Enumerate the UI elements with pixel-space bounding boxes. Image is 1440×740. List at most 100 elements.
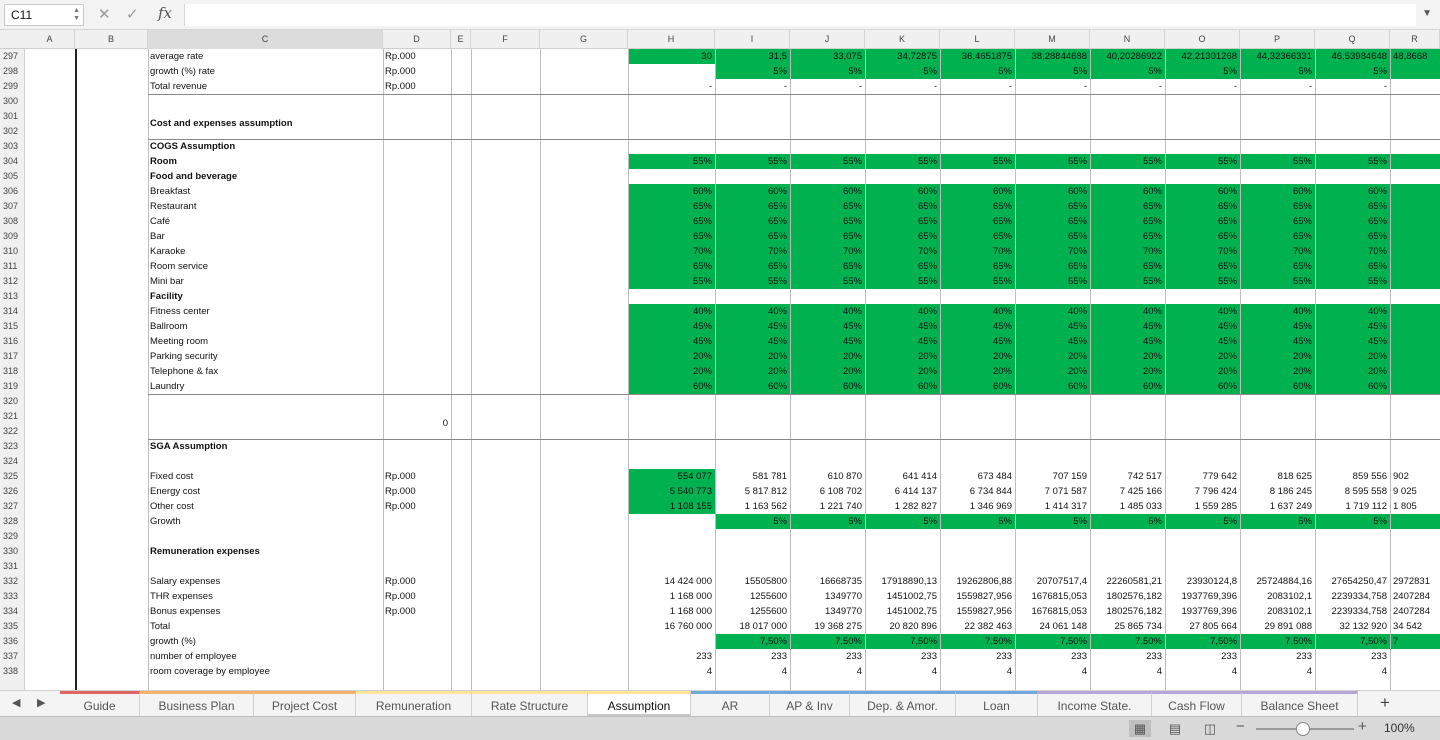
value-cell-q336[interactable]: 7,50%	[1315, 634, 1390, 649]
value-cell-h314[interactable]: 40%	[628, 304, 715, 319]
unit-cell-333[interactable]: Rp.000	[385, 589, 450, 604]
row-label-325[interactable]: Fixed cost	[150, 469, 382, 484]
row-label-338[interactable]: room coverage by employee	[150, 664, 382, 679]
value-cell-m332[interactable]: 20707517,4	[1015, 574, 1090, 589]
page-break-view-icon[interactable]: ◫	[1199, 720, 1221, 737]
value-cell-o337[interactable]: 233	[1165, 649, 1240, 664]
row-header-313[interactable]: 313	[0, 289, 25, 304]
value-cell-l326[interactable]: 6 734 844	[940, 484, 1015, 499]
value-cell-p334[interactable]: 2083102,1	[1240, 604, 1315, 619]
value-cell-n297[interactable]: 40,20286922	[1090, 49, 1165, 64]
value-cell-h299[interactable]: -	[628, 79, 715, 94]
value-cell-n315[interactable]: 45%	[1090, 319, 1165, 334]
row-label-312[interactable]: Mini bar	[150, 274, 382, 289]
value-cell-m309[interactable]: 65%	[1015, 229, 1090, 244]
value-cell-j337[interactable]: 233	[790, 649, 865, 664]
row-label-319[interactable]: Laundry	[150, 379, 382, 394]
value-cell-l308[interactable]: 65%	[940, 214, 1015, 229]
row-header-315[interactable]: 315	[0, 319, 25, 334]
value-cell-p315[interactable]: 45%	[1240, 319, 1315, 334]
value-cell-n314[interactable]: 40%	[1090, 304, 1165, 319]
value-cell-p333[interactable]: 2083102,1	[1240, 589, 1315, 604]
row-header-312[interactable]: 312	[0, 274, 25, 289]
value-cell-h315[interactable]: 45%	[628, 319, 715, 334]
row-header-330[interactable]: 330	[0, 544, 25, 559]
value-cell-i335[interactable]: 18 017 000	[715, 619, 790, 634]
value-cell-i307[interactable]: 65%	[715, 199, 790, 214]
sheet-tab-remuneration[interactable]: Remuneration	[356, 691, 472, 716]
value-cell-n334[interactable]: 1802576,182	[1090, 604, 1165, 619]
zoom-out-icon[interactable]: −	[1236, 718, 1245, 735]
value-cell-j338[interactable]: 4	[790, 664, 865, 679]
value-cell-q315[interactable]: 45%	[1315, 319, 1390, 334]
value-cell-h334[interactable]: 1 168 000	[628, 604, 715, 619]
value-cell-i297[interactable]: 31,5	[715, 49, 790, 64]
row-header-322[interactable]: 322	[0, 424, 25, 439]
value-cell-p309[interactable]: 65%	[1240, 229, 1315, 244]
value-cell-o314[interactable]: 40%	[1165, 304, 1240, 319]
value-cell-k299[interactable]: -	[865, 79, 940, 94]
value-cell-l337[interactable]: 233	[940, 649, 1015, 664]
value-cell-o334[interactable]: 1937769,396	[1165, 604, 1240, 619]
sheet-tab-loan[interactable]: Loan	[956, 691, 1038, 716]
value-cell-i327[interactable]: 1 163 562	[715, 499, 790, 514]
sheet-tab-cash-flow[interactable]: Cash Flow	[1152, 691, 1242, 716]
value-cell-h327[interactable]: 1 108 155	[628, 499, 715, 514]
column-header-n[interactable]: N	[1090, 30, 1165, 49]
value-cell-m298[interactable]: 5%	[1015, 64, 1090, 79]
value-cell-h325[interactable]: 554 077	[628, 469, 715, 484]
value-cell-i309[interactable]: 65%	[715, 229, 790, 244]
value-cell-m315[interactable]: 45%	[1015, 319, 1090, 334]
sheet-tab-dep-amor[interactable]: Dep. & Amor.	[850, 691, 956, 716]
value-cell-q318[interactable]: 20%	[1315, 364, 1390, 379]
value-cell-p337[interactable]: 233	[1240, 649, 1315, 664]
value-cell-n335[interactable]: 25 865 734	[1090, 619, 1165, 634]
value-cell-j326[interactable]: 6 108 702	[790, 484, 865, 499]
row-header-301[interactable]: 301	[0, 109, 25, 124]
value-cell-m299[interactable]: -	[1015, 79, 1090, 94]
value-cell-l316[interactable]: 45%	[940, 334, 1015, 349]
value-cell-j332[interactable]: 16668735	[790, 574, 865, 589]
column-header-i[interactable]: I	[715, 30, 790, 49]
value-cell-h319[interactable]: 60%	[628, 379, 715, 394]
value-cell-l332[interactable]: 19262806,88	[940, 574, 1015, 589]
value-cell-n332[interactable]: 22260581,21	[1090, 574, 1165, 589]
column-header-l[interactable]: L	[940, 30, 1015, 49]
value-cell-k297[interactable]: 34,72875	[865, 49, 940, 64]
unit-cell-298[interactable]: Rp.000	[385, 64, 450, 79]
value-cell-h338[interactable]: 4	[628, 664, 715, 679]
value-cell-k336[interactable]: 7,50%	[865, 634, 940, 649]
value-cell-m336[interactable]: 7,50%	[1015, 634, 1090, 649]
row-header-319[interactable]: 319	[0, 379, 25, 394]
value-cell-p314[interactable]: 40%	[1240, 304, 1315, 319]
value-cell-n312[interactable]: 55%	[1090, 274, 1165, 289]
row-header-331[interactable]: 331	[0, 559, 25, 574]
column-header-c[interactable]: C	[148, 30, 383, 49]
expand-formula-bar-icon[interactable]: ▼	[1422, 8, 1432, 19]
value-cell-o308[interactable]: 65%	[1165, 214, 1240, 229]
confirm-icon[interactable]: ✓	[126, 5, 139, 23]
value-cell-n318[interactable]: 20%	[1090, 364, 1165, 379]
row-header-336[interactable]: 336	[0, 634, 25, 649]
value-cell-l333[interactable]: 1559827,956	[940, 589, 1015, 604]
value-cell-l315[interactable]: 45%	[940, 319, 1015, 334]
value-cell-q317[interactable]: 20%	[1315, 349, 1390, 364]
value-cell-r335[interactable]: 34 542	[1390, 619, 1440, 634]
value-cell-j297[interactable]: 33,075	[790, 49, 865, 64]
value-cell-o338[interactable]: 4	[1165, 664, 1240, 679]
value-cell-n319[interactable]: 60%	[1090, 379, 1165, 394]
value-cell-n336[interactable]: 7,50%	[1090, 634, 1165, 649]
value-cell-m326[interactable]: 7 071 587	[1015, 484, 1090, 499]
value-cell-p299[interactable]: -	[1240, 79, 1315, 94]
next-sheet-icon[interactable]: ▶	[37, 696, 45, 709]
column-header-f[interactable]: F	[471, 30, 540, 49]
value-cell-i337[interactable]: 233	[715, 649, 790, 664]
value-cell-l325[interactable]: 673 484	[940, 469, 1015, 484]
value-cell-m304[interactable]: 55%	[1015, 154, 1090, 169]
value-cell-j304[interactable]: 55%	[790, 154, 865, 169]
value-cell-j307[interactable]: 65%	[790, 199, 865, 214]
value-cell-i326[interactable]: 5 817 812	[715, 484, 790, 499]
value-cell-q338[interactable]: 4	[1315, 664, 1390, 679]
column-header-m[interactable]: M	[1015, 30, 1090, 49]
value-cell-n308[interactable]: 65%	[1090, 214, 1165, 229]
